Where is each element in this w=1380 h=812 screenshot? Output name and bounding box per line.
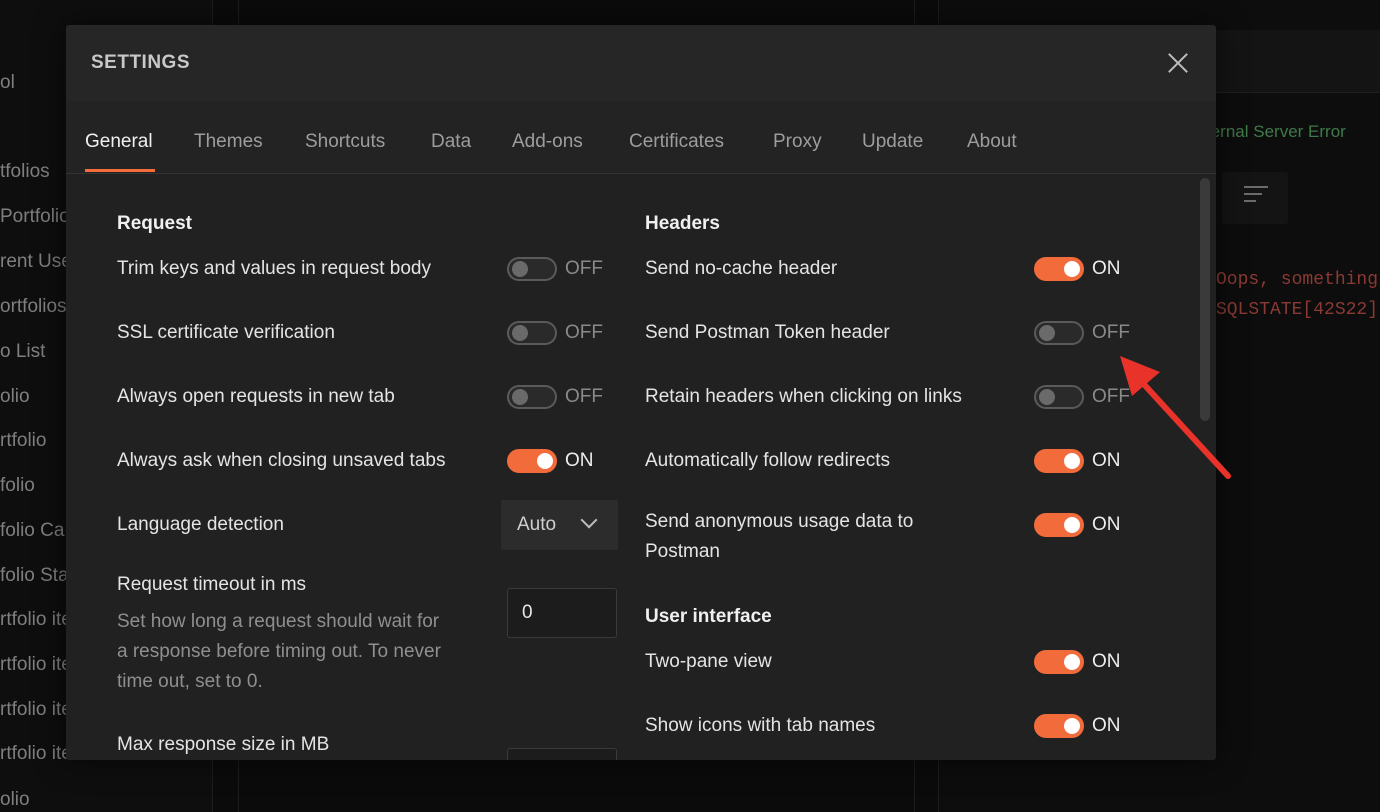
toggle-state: OFF (565, 386, 603, 407)
tab-icons-toggle[interactable] (1034, 714, 1084, 738)
toggle-state: OFF (1092, 322, 1130, 343)
user-interface-section-title: User interface (645, 606, 772, 627)
wrap-lines-button[interactable] (1222, 172, 1288, 224)
tab-themes[interactable]: Themes (194, 131, 263, 153)
sidebar-item: folio (0, 475, 35, 496)
sidebar-item: rtfolio ite (0, 609, 72, 630)
sidebar-item: rtfolio ite (0, 699, 72, 720)
sidebar-item: olio (0, 789, 30, 810)
no-cache-header-toggle[interactable] (1034, 257, 1084, 281)
toggle-state: ON (565, 450, 594, 471)
sidebar-item: rent Use (0, 251, 72, 272)
response-toolbar (1216, 30, 1380, 93)
annotation-arrow (1120, 356, 1231, 479)
follow-redirects-toggle[interactable] (1034, 449, 1084, 473)
tab-shortcuts[interactable]: Shortcuts (305, 131, 385, 153)
toggle-state: ON (1092, 651, 1121, 672)
setting-label: Always open requests in new tab (117, 386, 395, 407)
setting-label: Request timeout in ms (117, 574, 307, 595)
setting-label: Send Postman Token header (645, 322, 890, 343)
tab-certificates[interactable]: Certificates (629, 131, 724, 153)
select-value: Auto (517, 514, 557, 535)
setting-label: Two-pane view (645, 651, 772, 672)
tab-update[interactable]: Update (862, 131, 923, 153)
two-pane-view-toggle[interactable] (1034, 650, 1084, 674)
modal-header: SETTINGS (66, 25, 1216, 101)
response-body-line: Oops, something (1216, 270, 1379, 290)
sidebar-item: olio (0, 386, 30, 407)
sidebar-item: folio Sta (0, 565, 69, 586)
sidebar-item: rtfolio (0, 430, 47, 451)
tab-proxy[interactable]: Proxy (773, 131, 822, 153)
setting-label: Send anonymous usage data to (645, 511, 914, 532)
toggle-state: OFF (565, 322, 603, 343)
usage-data-toggle[interactable] (1034, 513, 1084, 537)
wrap-lines-icon (1244, 186, 1268, 208)
chevron-down-icon (580, 511, 598, 529)
language-detection-select[interactable]: Auto (501, 500, 618, 550)
settings-modal: SETTINGS General Themes Shortcuts Data A… (66, 25, 1216, 760)
trim-keys-toggle[interactable] (507, 257, 557, 281)
request-section-title: Request (117, 213, 192, 234)
setting-label: Send no-cache header (645, 258, 838, 279)
response-body-line: SQLSTATE[42S22] (1216, 300, 1379, 320)
setting-label: Always ask when closing unsaved tabs (117, 450, 446, 471)
settings-tabs: General Themes Shortcuts Data Add-ons Ce… (66, 101, 1216, 174)
ssl-verification-toggle[interactable] (507, 321, 557, 345)
tab-add-ons[interactable]: Add-ons (512, 131, 583, 153)
postman-token-header-toggle[interactable] (1034, 321, 1084, 345)
setting-label: Postman (645, 541, 720, 562)
setting-label: Language detection (117, 514, 284, 535)
tab-about[interactable]: About (967, 131, 1017, 153)
retain-headers-toggle[interactable] (1034, 385, 1084, 409)
setting-help-text: Set how long a request should wait for (117, 611, 440, 632)
toggle-state: ON (1092, 715, 1121, 736)
setting-label: Show icons with tab names (645, 715, 876, 736)
setting-help-text: a response before timing out. To never (117, 641, 441, 662)
toggle-state: OFF (565, 258, 603, 279)
active-tab-indicator (85, 169, 155, 172)
setting-help-text: time out, set to 0. (117, 671, 263, 692)
sidebar-item: ol (0, 72, 15, 93)
settings-content: Request Trim keys and values in request … (66, 174, 1216, 760)
sidebar-item: rtfolio ite (0, 654, 72, 675)
setting-label: Retain headers when clicking on links (645, 386, 962, 407)
sidebar-item: Portfolio (0, 206, 70, 227)
max-response-size-input[interactable] (507, 748, 617, 760)
close-icon[interactable] (1167, 52, 1189, 74)
headers-section-title: Headers (645, 213, 720, 234)
open-new-tab-toggle[interactable] (507, 385, 557, 409)
sidebar-item: o List (0, 341, 46, 362)
sidebar-item: ortfolios (0, 296, 67, 317)
tab-data[interactable]: Data (431, 131, 471, 153)
setting-label: Max response size in MB (117, 734, 330, 755)
setting-label: Automatically follow redirects (645, 450, 890, 471)
modal-title: SETTINGS (91, 52, 191, 73)
response-status: ternal Server Error (1206, 122, 1346, 141)
request-timeout-input[interactable] (507, 588, 617, 638)
sidebar-item: folio Ca (0, 520, 65, 541)
ask-closing-unsaved-toggle[interactable] (507, 449, 557, 473)
setting-label: SSL certificate verification (117, 322, 335, 343)
toggle-state: ON (1092, 514, 1121, 535)
toggle-state: ON (1092, 258, 1121, 279)
tab-general[interactable]: General (85, 131, 153, 153)
setting-label: Trim keys and values in request body (117, 258, 432, 279)
sidebar-item: tfolios (0, 161, 50, 182)
